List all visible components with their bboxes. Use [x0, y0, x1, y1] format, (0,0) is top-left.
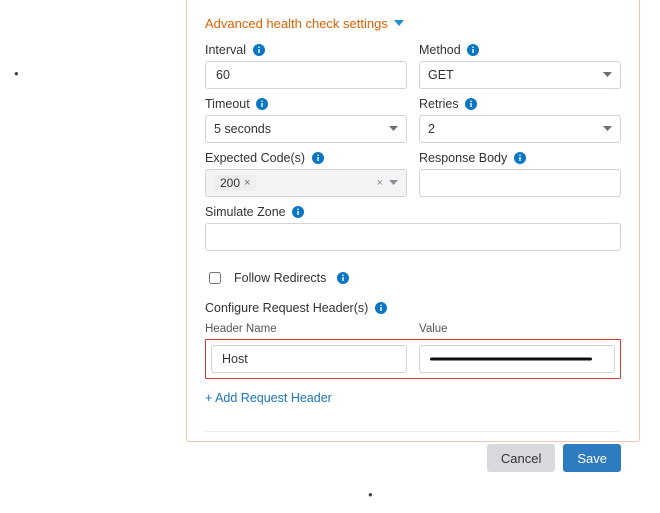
expected-code-tag-text: 200 [220, 176, 240, 190]
info-icon[interactable] [256, 98, 269, 111]
info-icon[interactable] [336, 272, 349, 285]
section-title[interactable]: Advanced health check settings [205, 16, 621, 31]
simulate-zone-label: Simulate Zone [205, 205, 286, 219]
header-name-field[interactable] [220, 351, 398, 367]
clear-x-icon[interactable]: × [377, 177, 383, 189]
cancel-button[interactable]: Cancel [487, 444, 555, 472]
decorative-bullet: ● [368, 490, 373, 499]
follow-redirects-label: Follow Redirects [234, 271, 326, 285]
method-select[interactable]: GET [419, 61, 621, 89]
method-label: Method [419, 43, 461, 57]
redacted-value-bar [430, 358, 592, 361]
caret-down-icon [603, 126, 612, 132]
retries-select[interactable]: 2 [419, 115, 621, 143]
info-icon[interactable] [467, 44, 480, 57]
header-name-column: Header Name [205, 323, 407, 335]
caret-down-icon [389, 126, 398, 132]
header-row-highlight [205, 339, 621, 379]
expected-code-tag[interactable]: 200 × [214, 175, 256, 191]
configure-headers-label: Configure Request Header(s) [205, 301, 368, 315]
advanced-health-check-panel: Advanced health check settings Interval … [186, 0, 640, 442]
caret-down-icon [603, 72, 612, 78]
tag-remove-icon[interactable]: × [244, 177, 250, 189]
header-name-input[interactable] [211, 345, 407, 373]
timeout-label: Timeout [205, 97, 250, 111]
caret-down-icon[interactable] [389, 180, 398, 186]
simulate-zone-field[interactable] [214, 229, 612, 245]
info-icon[interactable] [292, 206, 305, 219]
simulate-zone-input[interactable] [205, 223, 621, 251]
response-body-input[interactable] [419, 169, 621, 197]
section-title-text: Advanced health check settings [205, 16, 388, 31]
add-request-header-link[interactable]: + Add Request Header [205, 391, 332, 405]
retries-label: Retries [419, 97, 459, 111]
info-icon[interactable] [311, 152, 324, 165]
response-body-field[interactable] [428, 175, 612, 191]
interval-input[interactable] [205, 61, 407, 89]
response-body-label: Response Body [419, 151, 507, 165]
expected-code-multiselect[interactable]: 200 × × [205, 169, 407, 197]
decorative-bullet: ● [14, 69, 19, 78]
info-icon[interactable] [374, 302, 387, 315]
header-value-input[interactable] [419, 345, 615, 373]
header-value-column: Value [419, 323, 621, 335]
info-icon[interactable] [513, 152, 526, 165]
retries-value: 2 [428, 122, 435, 136]
save-button[interactable]: Save [563, 444, 621, 472]
expected-code-label: Expected Code(s) [205, 151, 305, 165]
method-value: GET [428, 68, 454, 82]
interval-input-field[interactable] [214, 67, 398, 83]
info-icon[interactable] [252, 44, 265, 57]
chevron-down-icon [394, 20, 404, 27]
interval-label: Interval [205, 43, 246, 57]
follow-redirects-checkbox[interactable] [209, 272, 221, 284]
timeout-value: 5 seconds [214, 122, 271, 136]
info-icon[interactable] [465, 98, 478, 111]
timeout-select[interactable]: 5 seconds [205, 115, 407, 143]
